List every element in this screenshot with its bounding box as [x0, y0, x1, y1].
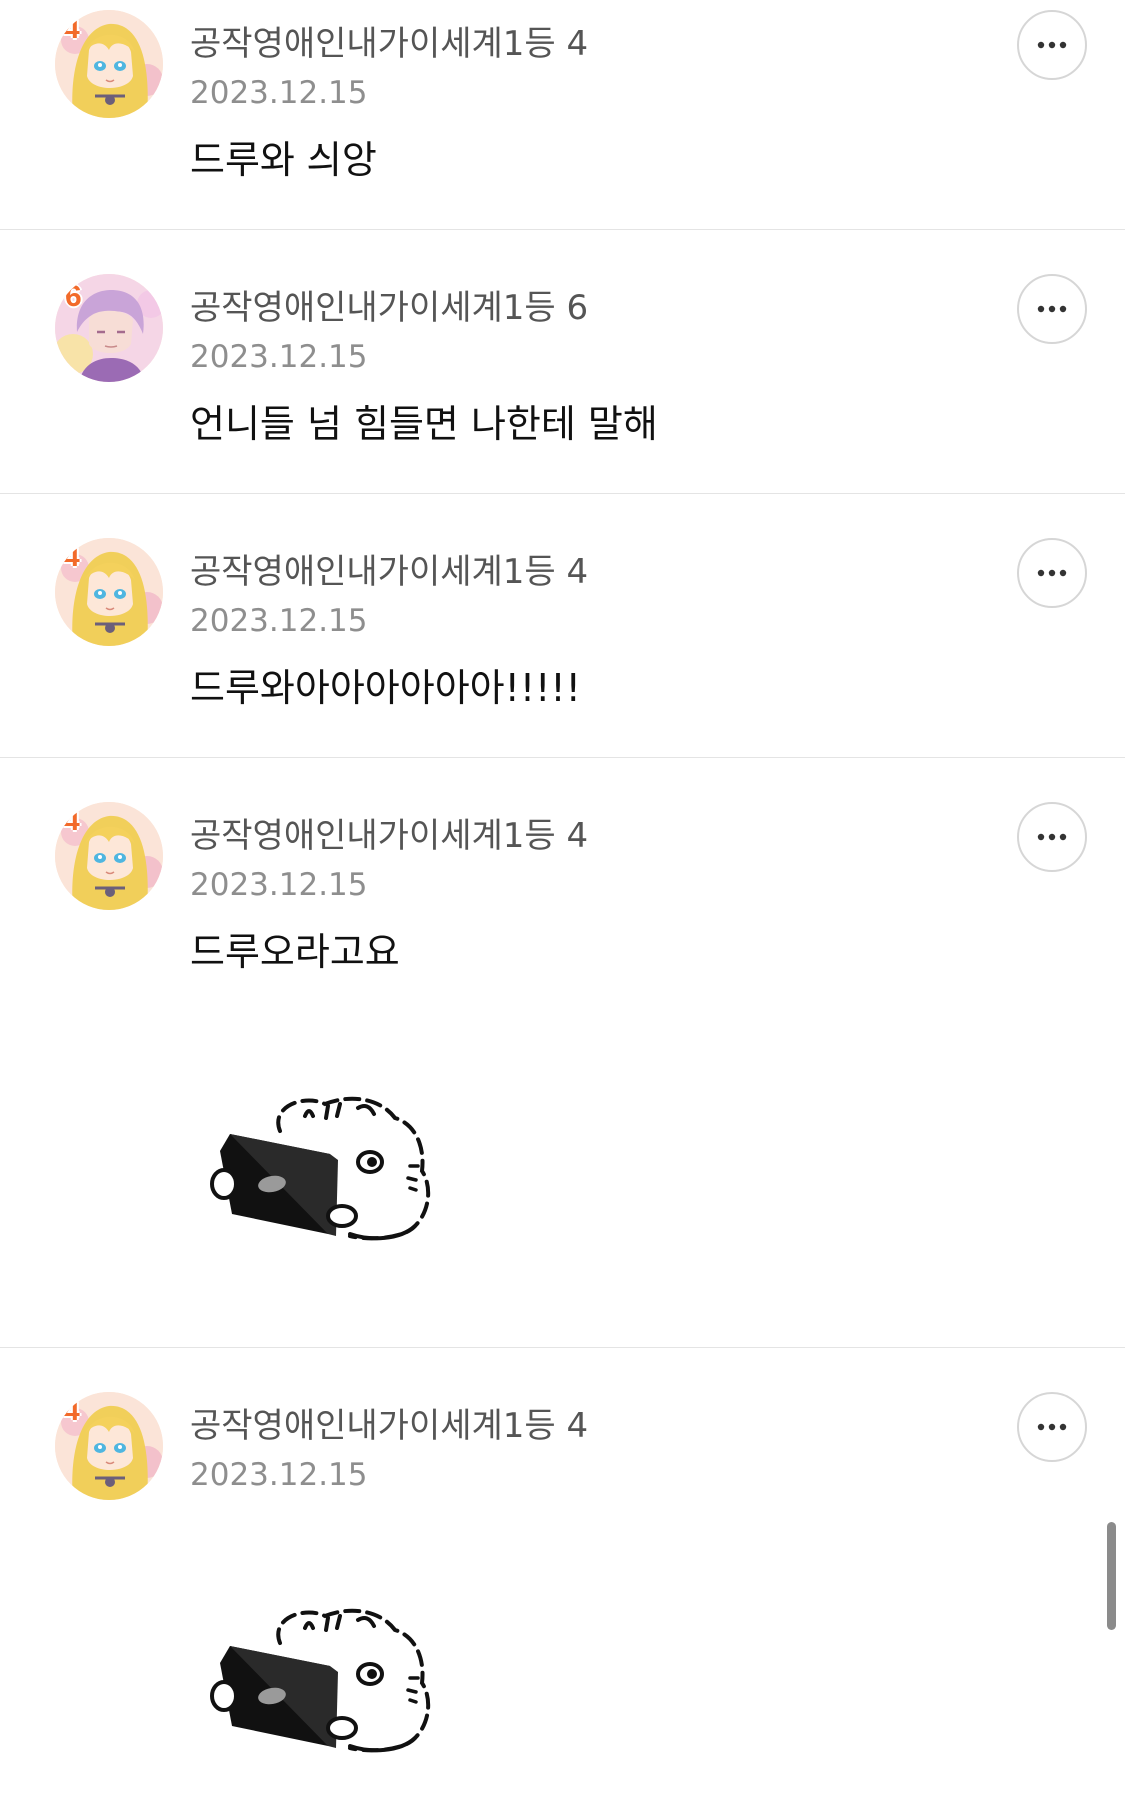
more-horizontal-icon — [1037, 41, 1067, 49]
user-avatar[interactable]: 4 — [55, 802, 163, 910]
comment-text: 언니들 넘 힘들면 나한테 말해 — [190, 402, 658, 446]
more-horizontal-icon — [1037, 569, 1067, 577]
fluffy-creature-holding-tablet-sticker — [210, 1076, 460, 1256]
comment-date: 2023.12.15 — [190, 339, 368, 375]
user-avatar[interactable]: 6 — [55, 274, 163, 382]
more-horizontal-icon — [1037, 833, 1067, 841]
comment-author[interactable]: 공작영애인내가이세계1등 6 — [190, 288, 588, 328]
comment-date: 2023.12.15 — [190, 603, 368, 639]
more-horizontal-icon — [1037, 305, 1067, 313]
comment-item: 4 공작영애인내가이세계1등 4 2023.12.15 드루오라고요 — [0, 758, 1125, 1348]
comment-text: 드루오라고요 — [190, 930, 400, 974]
comment-date: 2023.12.15 — [190, 1457, 368, 1493]
more-options-button[interactable] — [1017, 10, 1087, 80]
comment-date: 2023.12.15 — [190, 867, 368, 903]
comment-item: 6 공작영애인내가이세계1등 6 2023.12.15 언니들 넘 힘들면 나한… — [0, 230, 1125, 494]
comment-author[interactable]: 공작영애인내가이세계1등 4 — [190, 1406, 588, 1446]
more-options-button[interactable] — [1017, 1392, 1087, 1462]
user-avatar[interactable]: 4 — [55, 1392, 163, 1500]
comment-item: 4 공작영애인내가이세계1등 4 2023.12.15 — [0, 1348, 1125, 1810]
more-options-button[interactable] — [1017, 538, 1087, 608]
user-avatar[interactable]: 4 — [55, 538, 163, 646]
comment-author[interactable]: 공작영애인내가이세계1등 4 — [190, 24, 588, 64]
avatar-badge: 4 — [63, 540, 80, 573]
comment-text: 드루와 싀앙 — [190, 138, 377, 182]
fluffy-creature-holding-tablet-sticker — [210, 1588, 460, 1768]
more-options-button[interactable] — [1017, 274, 1087, 344]
user-avatar[interactable]: 4 — [55, 10, 163, 118]
comment-date: 2023.12.15 — [190, 75, 368, 111]
more-horizontal-icon — [1037, 1423, 1067, 1431]
comment-text: 드루와아아아아아아!!!!! — [190, 666, 581, 710]
comment-item: 4 공작영애인내가이세계1등 4 2023.12.15 드루와 싀앙 — [0, 0, 1125, 230]
scrollbar-thumb[interactable] — [1107, 1522, 1116, 1630]
avatar-badge: 4 — [63, 1394, 80, 1427]
avatar-badge: 4 — [63, 12, 80, 45]
more-options-button[interactable] — [1017, 802, 1087, 872]
comment-item: 4 공작영애인내가이세계1등 4 2023.12.15 드루와아아아아아아!!!… — [0, 494, 1125, 758]
avatar-badge: 6 — [65, 280, 82, 313]
comment-author[interactable]: 공작영애인내가이세계1등 4 — [190, 552, 588, 592]
avatar-badge: 4 — [63, 804, 80, 837]
comment-author[interactable]: 공작영애인내가이세계1등 4 — [190, 816, 588, 856]
